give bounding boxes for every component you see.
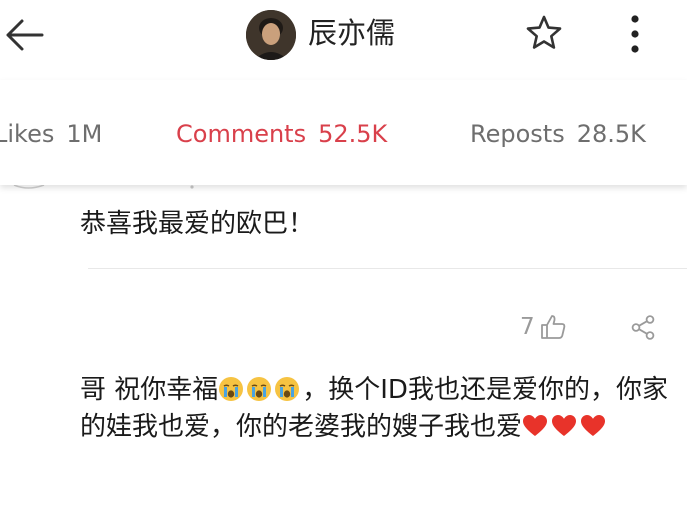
- crying-face-emoji: [247, 377, 272, 401]
- tab-reposts[interactable]: Reposts 28.5K: [470, 118, 646, 150]
- tab-likes-count: 1M: [66, 120, 103, 148]
- avatar[interactable]: [246, 10, 296, 60]
- divider: [88, 268, 687, 269]
- username[interactable]: 辰亦儒: [308, 13, 395, 53]
- back-arrow-icon[interactable]: [2, 12, 48, 58]
- more-vertical-icon[interactable]: [620, 12, 650, 56]
- tab-comments-count: 52.5K: [318, 120, 388, 148]
- crying-face-emoji: [219, 377, 244, 401]
- thumbs-up-icon[interactable]: [539, 313, 567, 341]
- red-heart-emoji: [552, 414, 577, 436]
- tab-bar: Likes 1M Comments 52.5K Reposts 28.5K: [0, 80, 687, 185]
- star-icon[interactable]: [524, 13, 564, 53]
- comment-text: 恭喜我最爱的欧巴！: [80, 209, 315, 239]
- red-heart-emoji: [523, 414, 548, 436]
- tab-likes[interactable]: Likes 1M: [0, 118, 102, 150]
- like-count: 7: [520, 314, 535, 340]
- red-heart-emoji: [581, 414, 606, 436]
- tab-reposts-count: 28.5K: [576, 120, 646, 148]
- tab-likes-label: Likes: [0, 120, 55, 148]
- tab-reposts-label: Reposts: [470, 120, 565, 148]
- tab-comments[interactable]: Comments 52.5K: [176, 118, 387, 150]
- tab-comments-label: Comments: [176, 120, 307, 148]
- share-icon[interactable]: [630, 314, 657, 341]
- comment-list[interactable]: 恭喜我最爱的欧巴！ 7 哥 祝你幸福 ，换个ID我也还是爱你的，你家的娃我也爱，…: [0, 185, 687, 516]
- scrolled-avatar-edge: [13, 185, 194, 189]
- top-bar: 辰亦儒: [0, 0, 687, 80]
- crying-face-emoji: [275, 377, 300, 401]
- comment-text-start: 哥 祝你幸福: [80, 375, 219, 405]
- comment-text: 哥 祝你幸福 ，换个ID我也还是爱你的，你家的娃我也爱，你的老婆我的嫂子我也爱: [80, 372, 680, 445]
